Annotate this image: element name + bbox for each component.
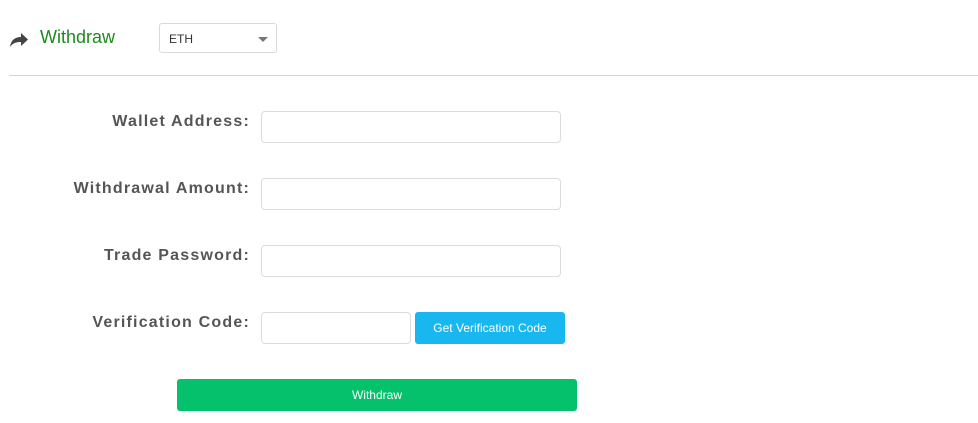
page-header: Withdraw ETH	[0, 0, 978, 76]
get-verification-code-button[interactable]: Get Verification Code	[415, 312, 565, 344]
header-divider	[9, 75, 978, 76]
share-arrow-icon	[10, 33, 28, 47]
wallet-address-input[interactable]	[261, 111, 561, 143]
chevron-down-icon	[258, 37, 268, 42]
withdrawal-amount-input[interactable]	[261, 178, 561, 210]
currency-select[interactable]: ETH	[159, 23, 277, 53]
withdrawal-amount-label: Withdrawal Amount:	[73, 180, 250, 197]
trade-password-label: Trade Password:	[103, 247, 250, 264]
currency-select-value: ETH	[169, 32, 193, 46]
trade-password-input[interactable]	[261, 245, 561, 277]
verification-code-input[interactable]	[261, 312, 411, 344]
withdraw-button[interactable]: Withdraw	[177, 379, 577, 411]
wallet-address-label: Wallet Address:	[112, 113, 250, 130]
verification-code-label: Verification Code:	[92, 314, 250, 331]
page-title: Withdraw	[40, 27, 116, 47]
